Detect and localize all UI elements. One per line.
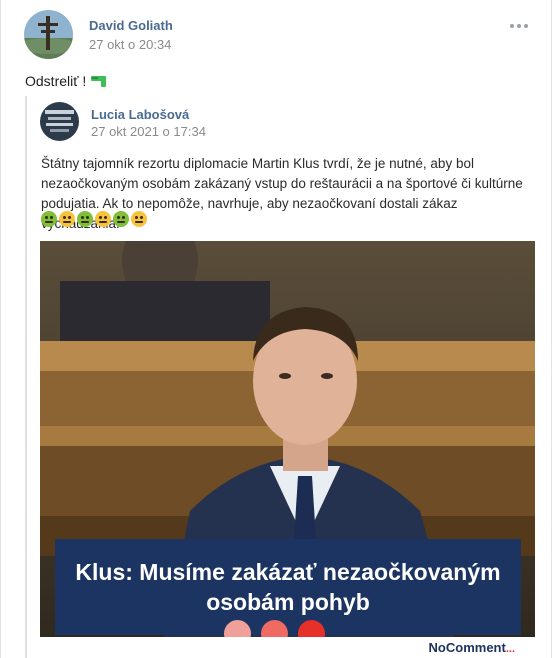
post-image[interactable]: Klus: Musíme zakázať nezaočkovaným osobá… (40, 241, 535, 658)
pistol-icon (91, 76, 107, 87)
post-card: David Goliath 27 okt o 20:34 Odstreliť !… (0, 0, 552, 658)
shared-timestamp[interactable]: 27 okt 2021 o 17:34 (91, 124, 206, 139)
more-options-button[interactable] (509, 20, 529, 32)
shared-author-name[interactable]: Lucia Labošová (91, 107, 189, 122)
shared-avatar-image (40, 102, 79, 141)
angry-face-icon (59, 211, 75, 227)
shared-author-avatar[interactable] (40, 102, 79, 141)
nauseated-face-icon (77, 211, 93, 227)
headline-line-1: Klus: Musíme zakázať nezaočkovaným (75, 559, 501, 585)
post-text: Odstreliť ! (25, 73, 108, 89)
brand-dots: ... (505, 643, 515, 655)
post-timestamp[interactable]: 27 okt o 20:34 (89, 37, 171, 52)
nauseated-face-icon (113, 211, 129, 227)
angry-face-icon (131, 211, 147, 227)
author-name[interactable]: David Goliath (89, 18, 173, 33)
more-horizontal-icon (510, 24, 514, 28)
headline-line-2: osobám pohyb (206, 589, 370, 615)
nauseated-face-icon (41, 211, 57, 227)
post-text-label: Odstreliť ! (25, 73, 87, 89)
emoji-row (41, 211, 147, 227)
shared-post: Lucia Labošová 27 okt 2021 o 17:34 Štátn… (25, 96, 537, 658)
angry-face-icon (95, 211, 111, 227)
author-avatar[interactable] (24, 10, 73, 59)
cross-avatar-image (24, 10, 73, 59)
brand-name: NoComment (428, 640, 506, 655)
brand-strip: NoComment... (40, 637, 535, 658)
brand-logo: NoComment... (429, 640, 515, 655)
